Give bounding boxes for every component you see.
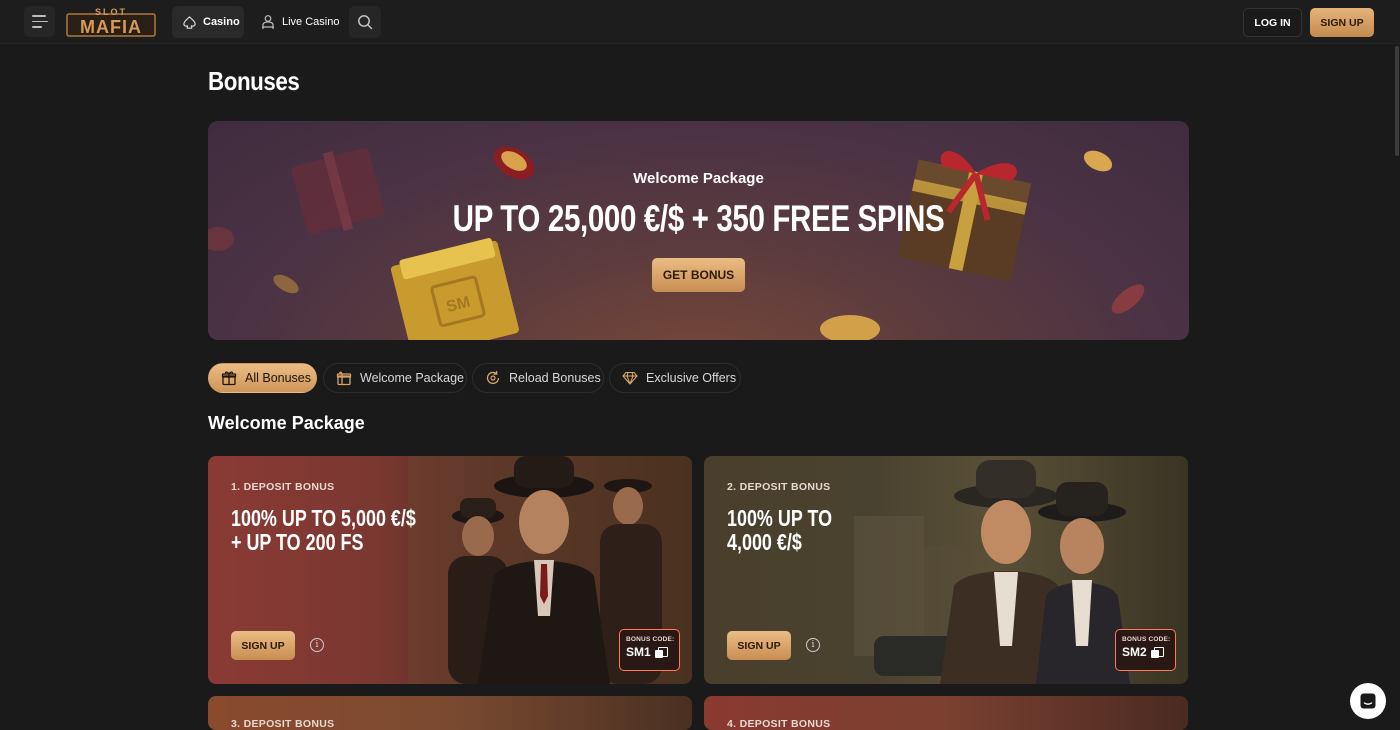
hero-banner: SM Welcome Package UP TO 25,000 €/$ + 35… xyxy=(208,121,1189,340)
tab-reload-bonuses[interactable]: Reload Bonuses xyxy=(472,363,604,393)
deposit-bonus-card-4: 4. DEPOSIT BONUS xyxy=(704,696,1188,730)
page-title: Bonuses xyxy=(208,66,300,96)
search-icon xyxy=(358,15,373,30)
nav-casino-label: Casino xyxy=(203,16,240,28)
tab-exclusive-offers-label: Exclusive Offers xyxy=(646,371,737,385)
dealer-icon xyxy=(262,15,274,29)
chat-button[interactable] xyxy=(1350,683,1386,719)
bonus-code-label: BONUS CODE: xyxy=(626,636,675,643)
card-label: 3. DEPOSIT BONUS xyxy=(231,718,335,730)
tab-welcome-package-label: Welcome Package xyxy=(360,371,464,385)
bonus-code-box[interactable]: BONUS CODE: SM2 xyxy=(1115,629,1176,671)
bonus-code-label: BONUS CODE: xyxy=(1122,636,1171,643)
svg-text:MAFIA: MAFIA xyxy=(80,17,142,37)
deposit-bonus-card-2: 2. DEPOSIT BONUS 100% UP TO 4,000 €/$ SI… xyxy=(704,456,1188,684)
card-label: 2. DEPOSIT BONUS xyxy=(727,481,831,493)
copy-icon[interactable] xyxy=(654,646,668,658)
svg-text:SLOT: SLOT xyxy=(95,7,127,17)
nav-live-casino-label: Live Casino xyxy=(282,16,340,28)
get-bonus-button[interactable]: GET BONUS xyxy=(652,258,745,292)
card-title: 100% UP TO 4,000 €/$ xyxy=(727,505,833,555)
scrollbar[interactable] xyxy=(1395,46,1399,156)
nav-casino[interactable]: Casino xyxy=(172,6,244,38)
section-title: Welcome Package xyxy=(208,413,365,433)
tab-all-bonuses[interactable]: All Bonuses xyxy=(208,363,317,393)
tab-exclusive-offers[interactable]: Exclusive Offers xyxy=(609,363,741,393)
copy-icon[interactable] xyxy=(1150,646,1164,658)
signup-button[interactable]: SIGN UP xyxy=(1310,8,1374,37)
top-bar: SLOT MAFIA Casino Live Casino LOG IN SIG… xyxy=(0,0,1400,44)
card-signup-button[interactable]: SIGN UP xyxy=(231,631,295,660)
nav-live-casino[interactable]: Live Casino xyxy=(252,6,346,38)
card-label: 4. DEPOSIT BONUS xyxy=(727,718,831,730)
bonus-code: SM2 xyxy=(1122,645,1175,659)
tab-welcome-package[interactable]: Welcome Package xyxy=(323,363,467,393)
tab-reload-bonuses-label: Reload Bonuses xyxy=(509,371,601,385)
deposit-bonus-card-1: 1. DEPOSIT BONUS 100% UP TO 5,000 €/$ + … xyxy=(208,456,692,684)
bonus-code-value: SM1 xyxy=(626,645,651,659)
bonus-code: SM1 xyxy=(626,645,679,659)
info-icon[interactable]: i xyxy=(806,638,820,652)
logo[interactable]: SLOT MAFIA xyxy=(66,6,156,38)
login-button[interactable]: LOG IN xyxy=(1243,8,1302,37)
card-signup-button[interactable]: SIGN UP xyxy=(727,631,791,660)
tab-all-bonuses-label: All Bonuses xyxy=(245,371,312,385)
card-label: 1. DEPOSIT BONUS xyxy=(231,481,335,493)
menu-icon[interactable] xyxy=(24,6,55,37)
search-button[interactable] xyxy=(349,6,381,38)
spade-icon xyxy=(183,15,196,29)
gift-box-icon xyxy=(336,371,352,386)
chat-icon xyxy=(1360,693,1376,709)
hero-title: UP TO 25,000 €/$ + 350 FREE SPINS xyxy=(452,198,945,239)
bonus-code-value: SM2 xyxy=(1122,645,1147,659)
hero-subtitle: Welcome Package xyxy=(633,170,764,187)
card-title: 100% UP TO 5,000 €/$ + UP TO 200 FS xyxy=(231,505,416,555)
reload-icon xyxy=(486,370,500,385)
info-icon[interactable]: i xyxy=(310,638,324,652)
deposit-bonus-card-3: 3. DEPOSIT BONUS xyxy=(208,696,692,730)
gift-icon xyxy=(221,371,237,386)
diamond-icon xyxy=(622,371,638,385)
bonus-code-box[interactable]: BONUS CODE: SM1 xyxy=(619,629,680,671)
